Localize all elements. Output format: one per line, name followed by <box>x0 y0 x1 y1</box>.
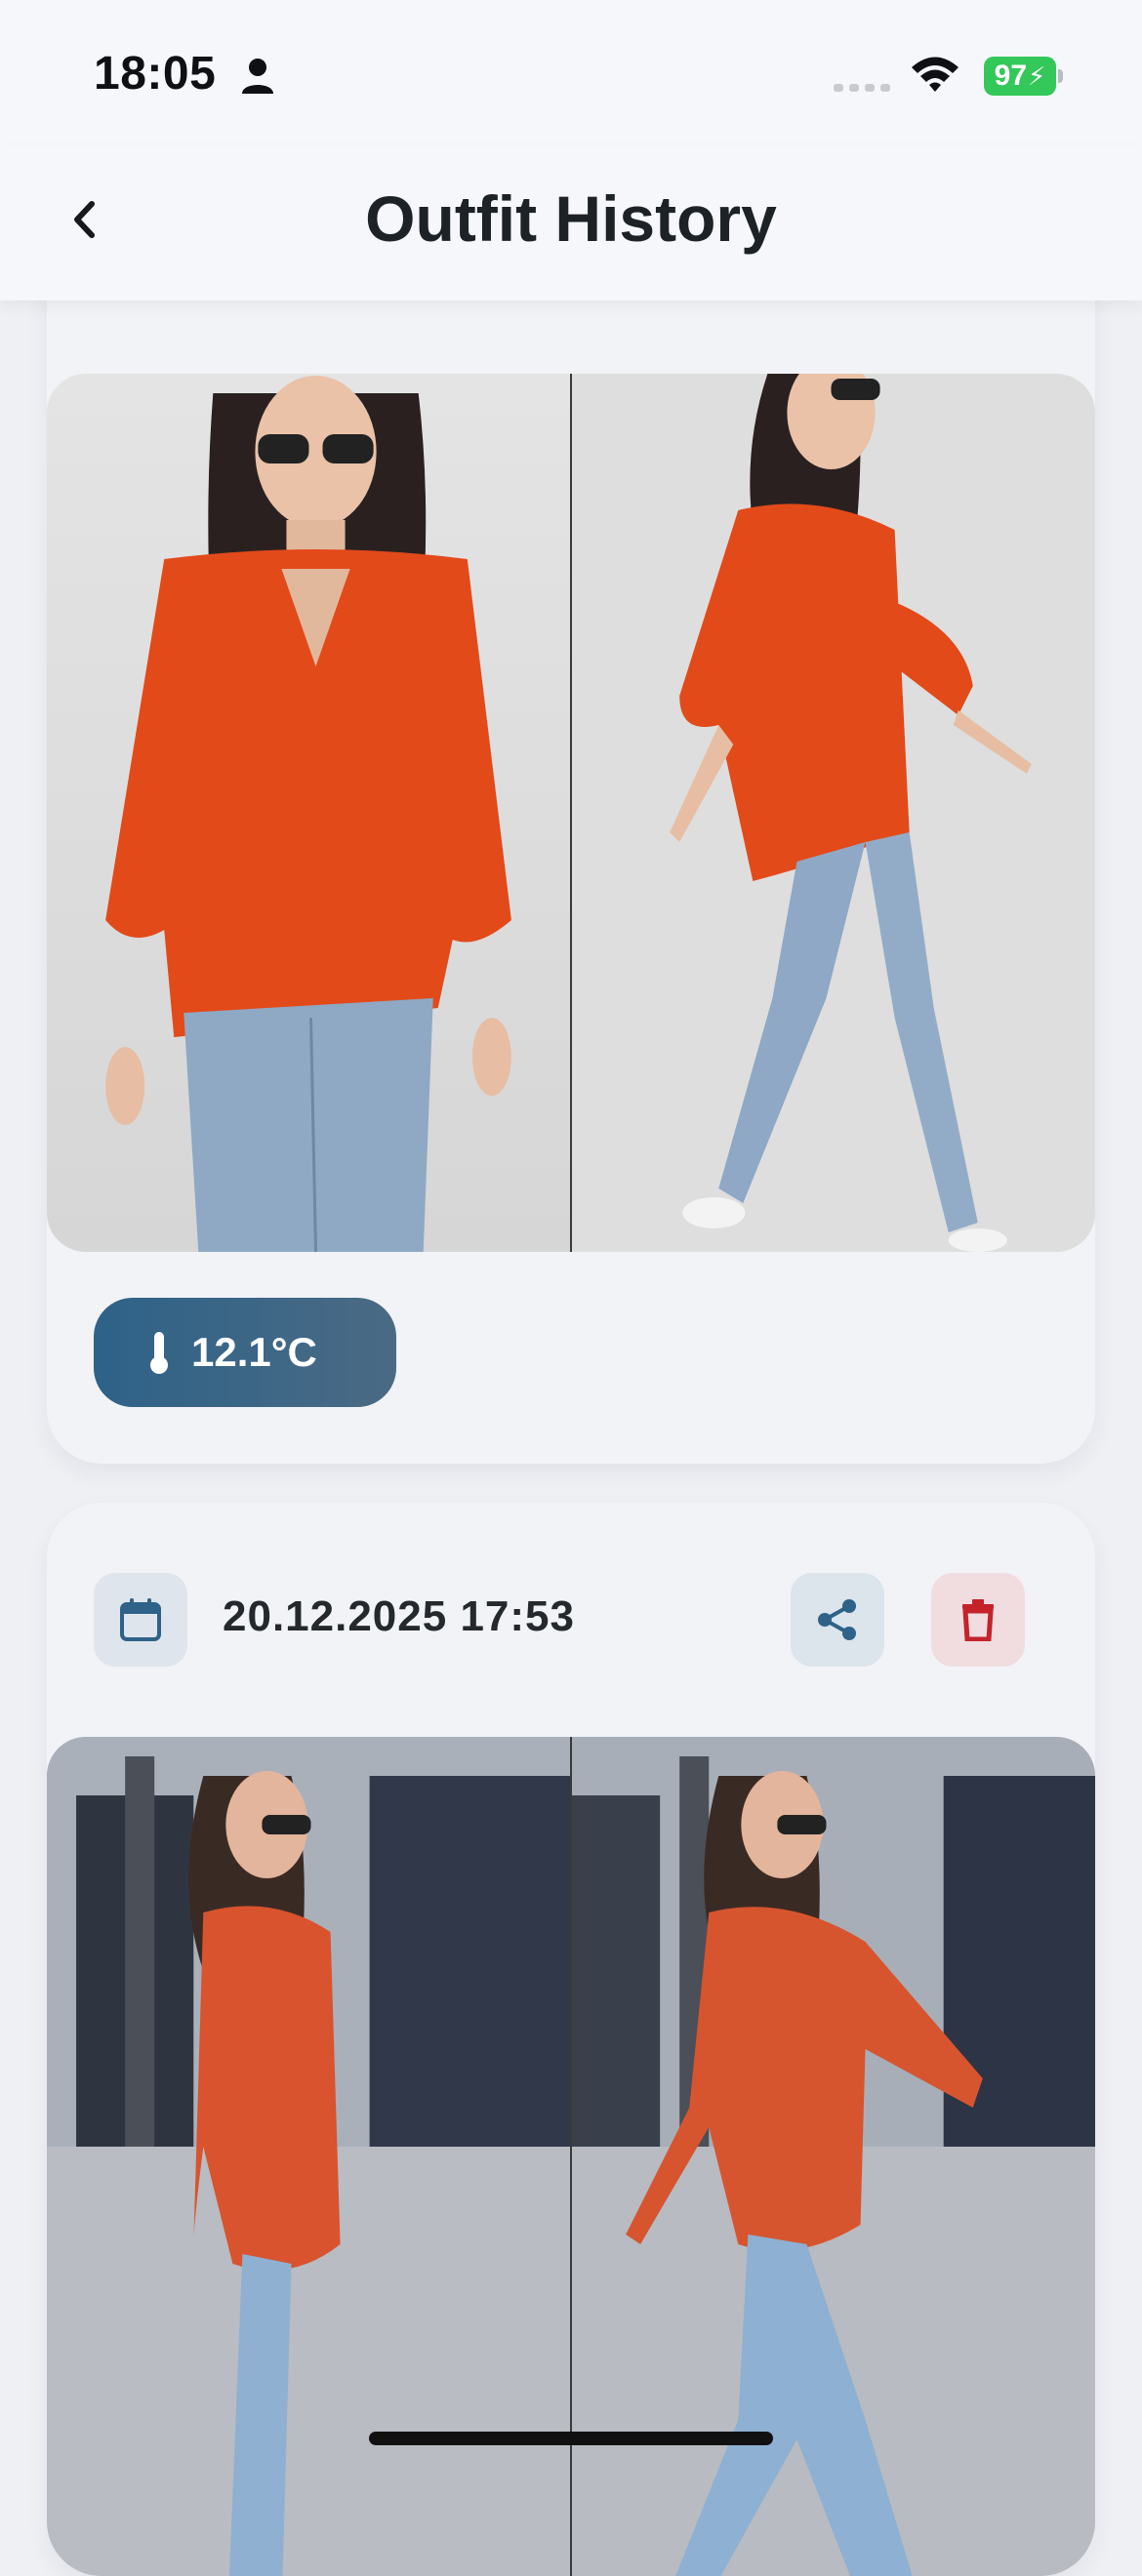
outfit-photo-pair[interactable] <box>47 1737 1095 2576</box>
thermometer-icon <box>150 1332 168 1374</box>
status-time: 18:05 <box>94 48 217 100</box>
front-view-image <box>47 374 570 1252</box>
entry-header: 20.12.2025 17:53 <box>47 1503 1095 1737</box>
person-icon <box>242 59 273 94</box>
share-button[interactable] <box>791 1573 884 1667</box>
status-bar: 18:05 97 ⚡ <box>0 0 1142 146</box>
calendar-icon-box <box>94 1573 187 1667</box>
battery-tip <box>1058 69 1063 83</box>
entry-date: 20.12.2025 17:53 <box>223 1592 575 1640</box>
battery-charging-icon: 97 ⚡ <box>984 57 1063 96</box>
temperature-chip: 12.1°C <box>94 1298 396 1407</box>
front-view-photo[interactable] <box>47 374 570 1252</box>
home-indicator <box>369 2432 773 2445</box>
outfit-entry-card[interactable]: 20.12.2025 17:53 <box>47 1503 1095 2576</box>
battery-percent: 97 <box>994 60 1028 92</box>
trash-icon <box>962 1599 994 1641</box>
street-walking-image-2 <box>572 1737 1095 2576</box>
battery-level: 97 ⚡ <box>984 57 1056 96</box>
app-header: Outfit History <box>0 146 1142 301</box>
cellular-signal-icon <box>834 84 890 92</box>
outfit-photo-pair[interactable] <box>47 374 1095 1252</box>
temperature-value: 12.1°C <box>191 1329 317 1375</box>
side-walking-photo[interactable] <box>570 374 1095 1252</box>
wifi-icon <box>912 57 958 92</box>
lightning-bolt-icon: ⚡ <box>1028 60 1046 91</box>
street-walking-photo[interactable] <box>47 1737 570 2576</box>
street-walking-image <box>47 1737 570 2576</box>
side-walking-image <box>572 374 1095 1252</box>
page-title: Outfit History <box>365 182 777 255</box>
street-walking-photo-2[interactable] <box>570 1737 1095 2576</box>
share-icon <box>818 1599 856 1640</box>
calendar-icon <box>120 1598 161 1641</box>
delete-button[interactable] <box>931 1573 1025 1667</box>
outfit-entry-card[interactable]: 12.1°C <box>47 166 1095 1464</box>
